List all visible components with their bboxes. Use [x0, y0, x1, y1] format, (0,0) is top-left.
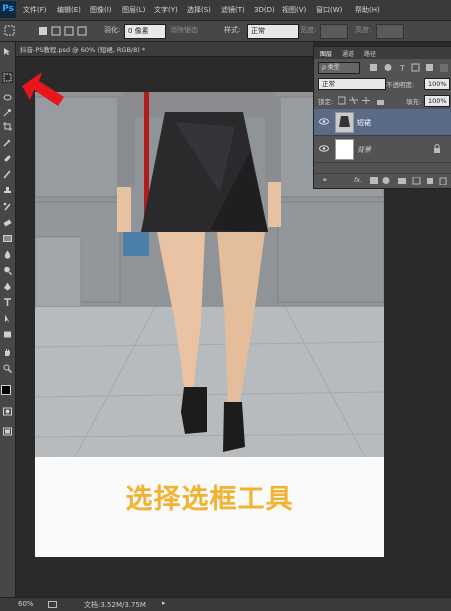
- hand-tool-icon[interactable]: [3, 348, 12, 357]
- marquee-preset-icon[interactable]: [4, 25, 15, 36]
- tab-channels[interactable]: 通道: [342, 49, 354, 58]
- width-input[interactable]: [320, 24, 348, 39]
- layer-thumbnail: [335, 139, 354, 160]
- height-label: 高度:: [355, 26, 372, 34]
- status-bar: 60% 文档:3.52M/3.75M ▸: [0, 597, 451, 611]
- crop-tool-icon[interactable]: [3, 122, 12, 131]
- gradient-tool-icon[interactable]: [3, 234, 12, 243]
- layer-name[interactable]: 背景: [357, 145, 371, 155]
- rectangle-tool-icon[interactable]: [3, 330, 12, 339]
- blur-tool-icon[interactable]: [3, 250, 12, 259]
- menu-image[interactable]: 图像(I): [90, 0, 112, 20]
- style-label: 样式:: [224, 26, 241, 34]
- layer-filter-icons[interactable]: T: [370, 63, 450, 73]
- layer-row-skirt[interactable]: 短裙: [314, 109, 451, 136]
- menu-bar: Ps 文件(F) 编辑(E) 图像(I) 图层(L) 文字(Y) 选择(S) 滤…: [0, 0, 451, 21]
- zoom-tool-icon[interactable]: [3, 364, 12, 373]
- caption-text: 选择选框工具: [125, 484, 294, 515]
- feather-input[interactable]: 0 像素: [124, 24, 166, 39]
- lock-icons[interactable]: [338, 96, 388, 105]
- fx-button[interactable]: fx.: [354, 176, 362, 184]
- eyedropper-tool-icon[interactable]: [3, 138, 12, 147]
- menu-file[interactable]: 文件(F): [23, 0, 47, 20]
- quick-mask-icon[interactable]: [3, 407, 12, 416]
- menu-window[interactable]: 窗口(W): [316, 0, 342, 20]
- blend-mode-select[interactable]: 正常: [318, 78, 386, 90]
- fill-label: 填充:: [406, 98, 422, 106]
- feather-label: 羽化:: [104, 26, 121, 34]
- visibility-eye-icon[interactable]: [319, 145, 329, 152]
- healing-brush-tool-icon[interactable]: [3, 154, 12, 163]
- dodge-tool-icon[interactable]: [3, 266, 12, 275]
- document-size: 文档:3.52M/3.75M: [84, 601, 146, 609]
- red-arrow-icon: [22, 72, 64, 106]
- height-input[interactable]: [376, 24, 404, 39]
- lock-fill-row: 锁定: 填充: 100%: [314, 95, 451, 107]
- menu-edit[interactable]: 编辑(E): [57, 0, 81, 20]
- rectangular-marquee-tool-icon[interactable]: [2, 72, 13, 83]
- brush-tool-icon[interactable]: [3, 170, 12, 179]
- history-brush-tool-icon[interactable]: [3, 202, 12, 211]
- opacity-label: 不透明度:: [386, 81, 415, 89]
- screen-mode-icon[interactable]: [3, 427, 12, 436]
- layer-name[interactable]: 短裙: [357, 118, 371, 128]
- fill-input[interactable]: 100%: [424, 95, 450, 107]
- tools-panel: [0, 42, 16, 597]
- move-tool-icon[interactable]: [3, 47, 12, 56]
- filter-kind-label: 类型: [327, 64, 340, 71]
- antialias-checkbox[interactable]: 消除锯齿: [170, 24, 198, 37]
- menu-help[interactable]: 帮助(H): [355, 0, 380, 20]
- menu-view[interactable]: 视图(V): [282, 0, 306, 20]
- type-tool-icon[interactable]: [3, 298, 12, 307]
- menu-filter[interactable]: 滤镜(T): [221, 0, 245, 20]
- quick-selection-tool-icon[interactable]: [3, 108, 12, 117]
- opacity-input[interactable]: 100%: [424, 78, 450, 90]
- width-label: 宽度:: [300, 26, 317, 34]
- layer-filter-row: ρ 类型 T: [314, 62, 451, 74]
- document-tab[interactable]: 抖音-PS教程.psd @ 60% (短裙, RGB/8) *: [20, 44, 145, 54]
- clone-stamp-tool-icon[interactable]: [3, 186, 12, 195]
- filter-kind-select[interactable]: ρ 类型: [318, 62, 360, 74]
- visibility-eye-icon[interactable]: [319, 118, 329, 125]
- layer-thumbnail: [335, 112, 354, 133]
- tab-paths[interactable]: 路径: [364, 49, 376, 58]
- layers-footer: ⚭ fx.: [314, 173, 451, 187]
- photoshop-logo: Ps: [0, 1, 16, 18]
- link-layers-icon[interactable]: ⚭: [322, 176, 327, 184]
- menu-select[interactable]: 选择(S): [187, 0, 211, 20]
- path-selection-tool-icon[interactable]: [3, 314, 12, 323]
- layer-footer-icons[interactable]: [370, 177, 448, 185]
- status-info-icon[interactable]: [48, 601, 57, 608]
- zoom-level[interactable]: 60%: [18, 600, 34, 608]
- svg-text:T: T: [399, 64, 405, 73]
- pen-tool-icon[interactable]: [3, 282, 12, 291]
- lock-icon: [434, 144, 440, 153]
- style-select[interactable]: 正常: [247, 24, 299, 39]
- options-bar: 羽化: 0 像素 消除锯齿 样式: 正常 宽度: 高度:: [0, 21, 451, 42]
- layer-row-background[interactable]: 背景: [314, 136, 451, 163]
- menu-type[interactable]: 文字(Y): [154, 0, 178, 20]
- layers-panel-tabs: 图层 通道 路径: [314, 47, 451, 59]
- document-tab-bar: 抖音-PS教程.psd @ 60% (短裙, RGB/8) *: [16, 42, 313, 57]
- foreground-color-swatch[interactable]: [1, 385, 11, 395]
- tab-layers[interactable]: 图层: [320, 49, 332, 58]
- selection-mode-icons[interactable]: [38, 26, 90, 36]
- eraser-tool-icon[interactable]: [3, 218, 12, 227]
- status-menu-arrow-icon[interactable]: ▸: [162, 599, 166, 607]
- menu-3d[interactable]: 3D(D): [254, 0, 275, 20]
- blend-opacity-row: 正常 不透明度: 100%: [314, 78, 451, 90]
- menu-layer[interactable]: 图层(L): [122, 0, 145, 20]
- lock-label: 锁定:: [318, 98, 334, 106]
- lasso-tool-icon[interactable]: [3, 94, 12, 103]
- layers-panel: 图层 通道 路径 ρ 类型 T 正常 不透明度: 100% 锁定: 填充: 10…: [313, 46, 451, 189]
